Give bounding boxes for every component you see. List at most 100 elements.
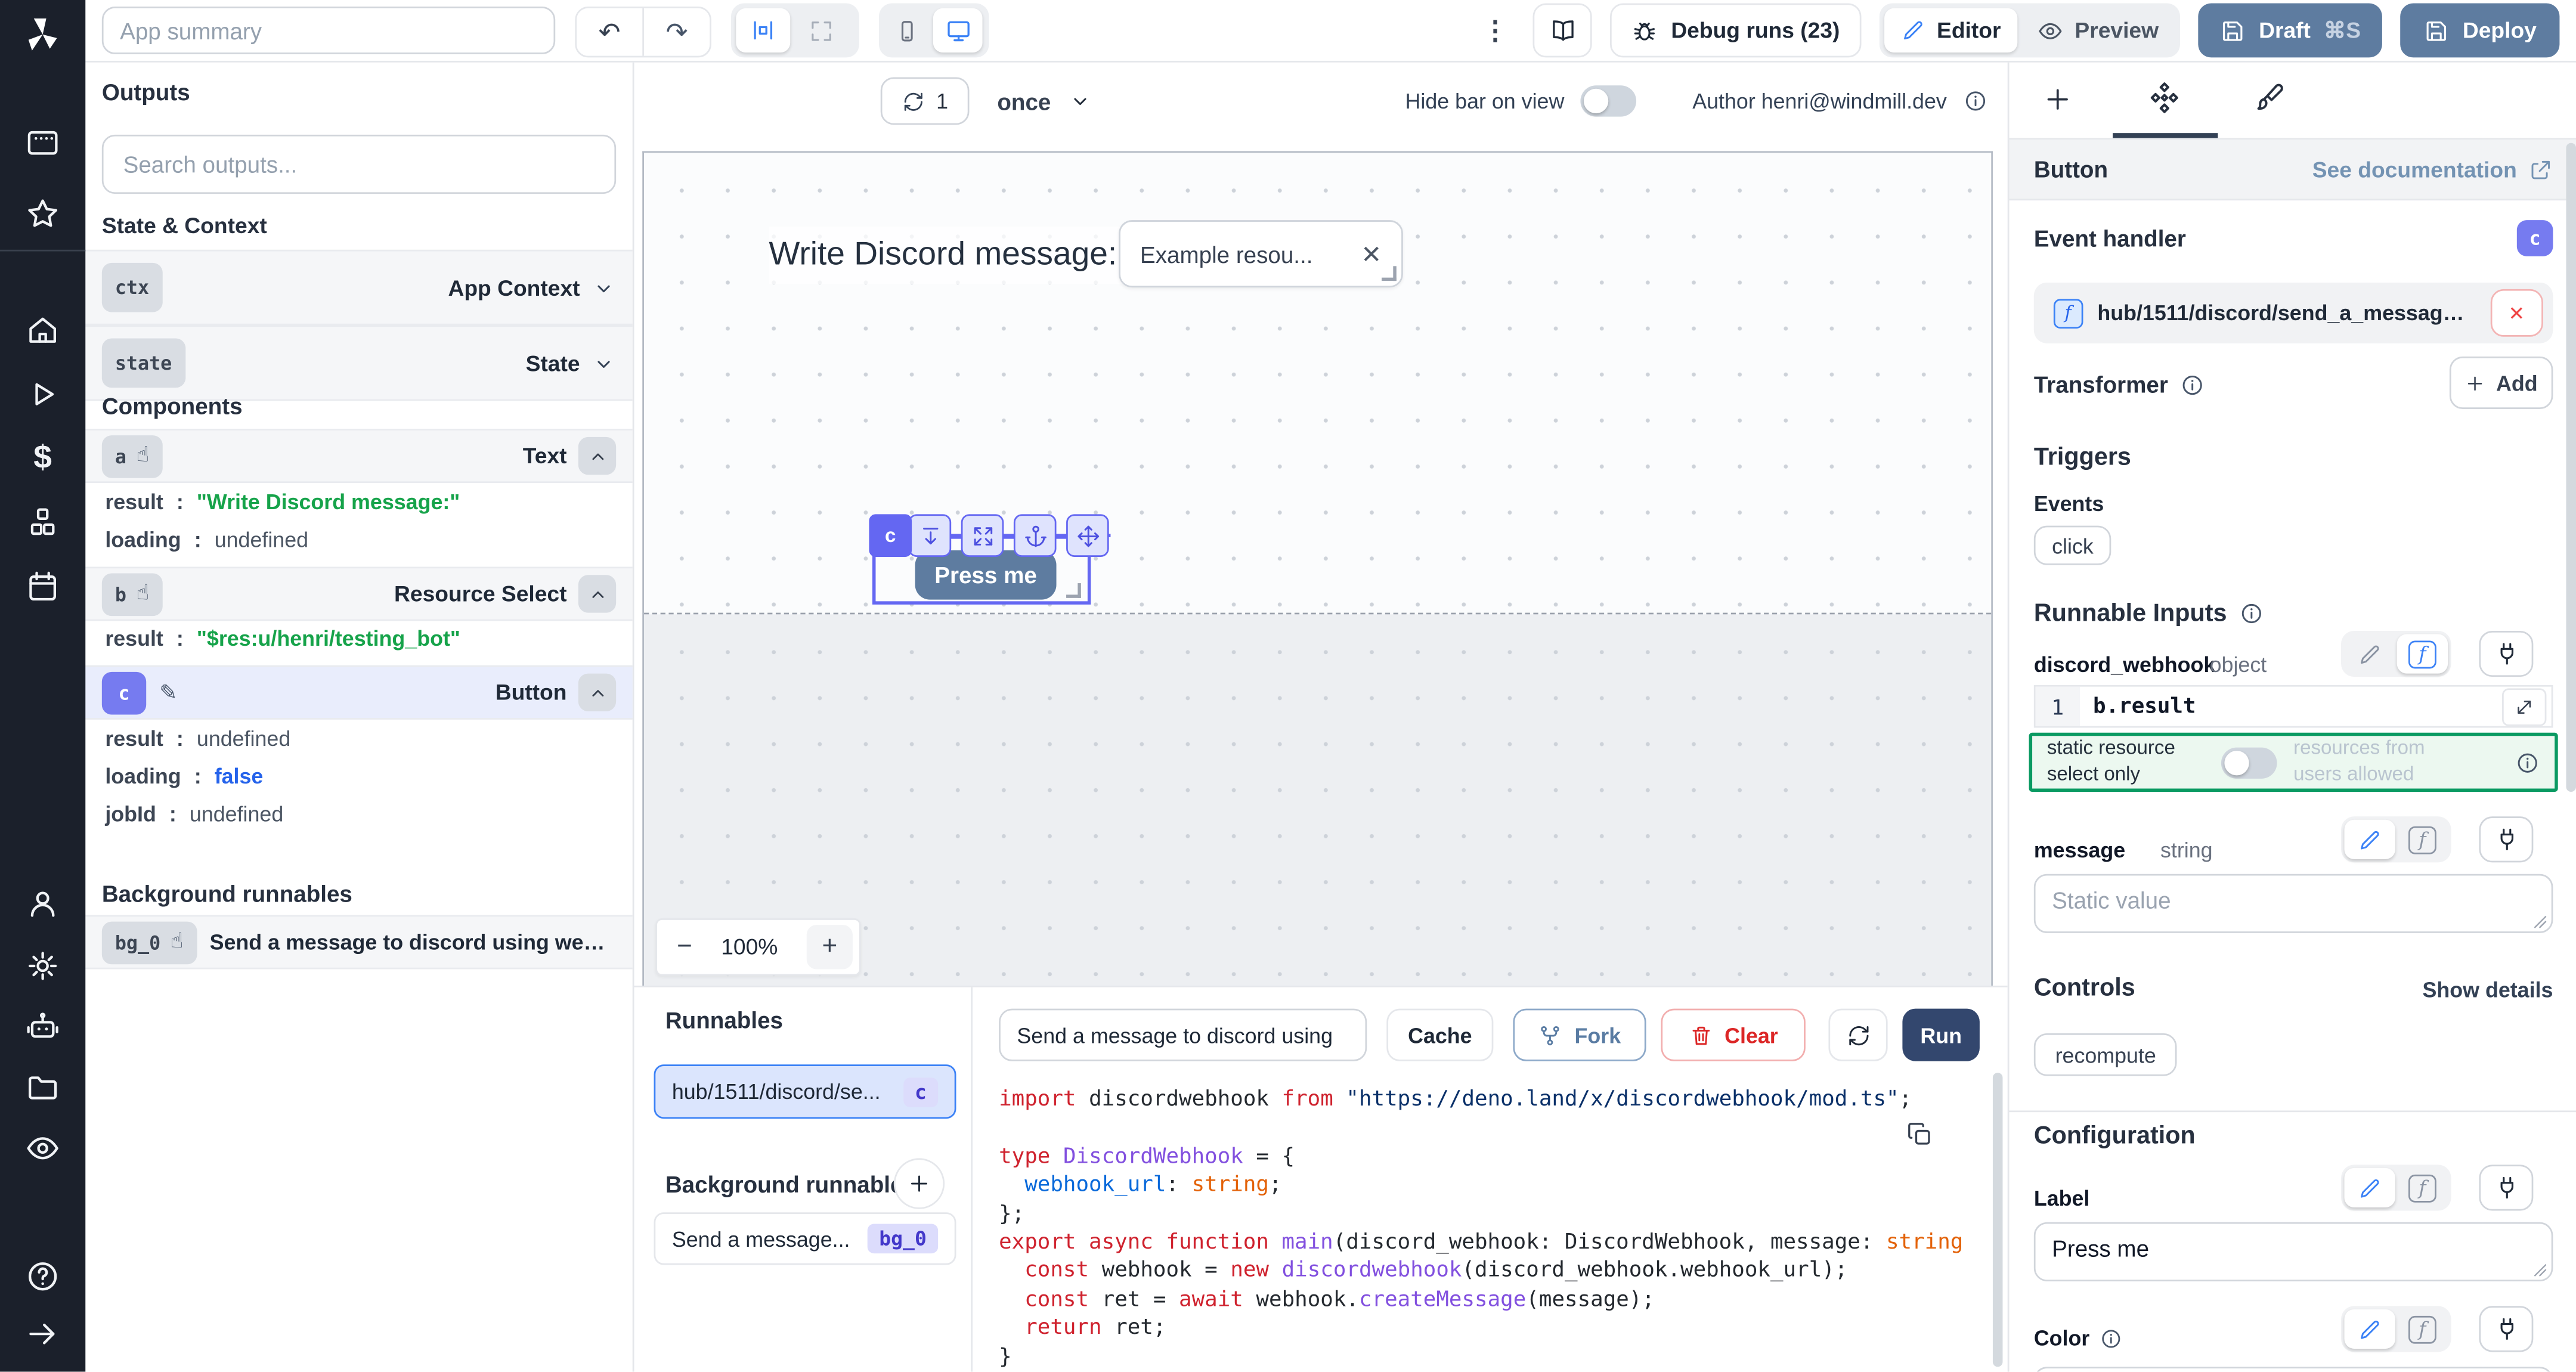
remove-handler-button[interactable]: ✕ bbox=[2490, 289, 2543, 337]
event-handler-box[interactable]: f hub/1511/discord/send_a_message_... ✕ bbox=[2034, 283, 2553, 343]
kebab-menu-icon[interactable]: ⋮ bbox=[1475, 14, 1515, 47]
move-component-button[interactable] bbox=[1066, 514, 1109, 557]
zoom-in-button[interactable]: + bbox=[807, 925, 853, 969]
panel-scrollbar[interactable] bbox=[2566, 143, 2576, 792]
resize-grip-icon[interactable] bbox=[2528, 1258, 2548, 1278]
component-row-c-selected[interactable]: c ✎ Button bbox=[85, 665, 632, 720]
centered-layout-button[interactable] bbox=[736, 8, 790, 52]
expand-editor-button[interactable] bbox=[2502, 687, 2546, 725]
info-icon[interactable] bbox=[2100, 1327, 2123, 1350]
clear-button[interactable]: Clear bbox=[1661, 1009, 1805, 1061]
anchor-component-button[interactable] bbox=[1014, 514, 1057, 557]
bg-runnable-item[interactable]: Send a message... bg_0 bbox=[654, 1212, 956, 1265]
resources-from-users-toggle[interactable] bbox=[2221, 747, 2277, 778]
component-row-b[interactable]: b☝ Resource Select bbox=[85, 567, 632, 621]
collapse-button[interactable] bbox=[578, 575, 616, 612]
resize-handle[interactable] bbox=[1382, 266, 1397, 281]
fork-button[interactable]: Fork bbox=[1513, 1009, 1646, 1061]
tab-insert-plus-icon[interactable] bbox=[2042, 80, 2079, 117]
desktop-view-button[interactable] bbox=[933, 8, 983, 52]
tab-styling-brush-icon[interactable] bbox=[2252, 80, 2289, 117]
app-canvas[interactable]: Write Discord message: Example resou... … bbox=[642, 151, 1993, 986]
debug-runs-button[interactable]: Debug runs (23) bbox=[1610, 4, 1861, 58]
folders-icon[interactable] bbox=[24, 1070, 61, 1106]
draft-button[interactable]: Draft ⌘S bbox=[2198, 4, 2382, 58]
cache-button[interactable]: Cache bbox=[1386, 1009, 1493, 1061]
runs-icon[interactable] bbox=[24, 376, 61, 413]
hide-bar-toggle[interactable] bbox=[1581, 85, 1637, 116]
static-mode-pencil-icon[interactable] bbox=[2345, 1309, 2395, 1349]
refresh-count-button[interactable]: 1 bbox=[881, 77, 970, 125]
connect-plug-button[interactable] bbox=[2479, 1306, 2533, 1352]
output-prop[interactable]: result:"Write Discord message:" bbox=[105, 490, 460, 514]
info-icon[interactable] bbox=[1963, 88, 1987, 112]
code-scrollbar[interactable] bbox=[1993, 1073, 2003, 1367]
clear-selection-icon[interactable]: ✕ bbox=[1361, 239, 1382, 269]
collapse-button[interactable] bbox=[578, 437, 616, 475]
static-mode-pencil-icon[interactable] bbox=[2345, 634, 2395, 673]
fullscreen-layout-button[interactable] bbox=[794, 8, 848, 52]
rerun-button[interactable] bbox=[1828, 1009, 1887, 1061]
settings-gear-icon[interactable] bbox=[24, 948, 61, 984]
add-bg-runnable-button[interactable] bbox=[894, 1158, 945, 1209]
eval-mode-function-icon[interactable]: f bbox=[2397, 1309, 2448, 1349]
script-title-box[interactable]: Send a message to discord using bbox=[999, 1009, 1367, 1061]
users-icon[interactable] bbox=[24, 885, 61, 922]
info-icon[interactable] bbox=[2238, 601, 2263, 625]
expand-sidebar-icon[interactable] bbox=[24, 1316, 61, 1352]
search-outputs-input[interactable] bbox=[102, 135, 616, 194]
selected-button-component[interactable]: c Press me bbox=[872, 535, 1091, 605]
label-value-input[interactable]: Press me bbox=[2034, 1222, 2553, 1281]
output-row-state[interactable]: state State bbox=[85, 326, 632, 401]
info-icon[interactable] bbox=[2179, 372, 2204, 397]
copy-code-icon[interactable] bbox=[1906, 1116, 1942, 1152]
deploy-button[interactable]: Deploy bbox=[2400, 4, 2559, 58]
static-mode-pencil-icon[interactable] bbox=[2345, 820, 2395, 859]
press-me-button[interactable]: Press me bbox=[915, 550, 1057, 600]
audit-eye-icon[interactable] bbox=[24, 1131, 61, 1167]
resize-grip-icon[interactable] bbox=[2528, 910, 2548, 930]
connect-plug-button[interactable] bbox=[2479, 816, 2533, 862]
frequency-dropdown[interactable]: once bbox=[997, 77, 1092, 125]
output-prop[interactable]: result:"$res:u/henri/testing_bot" bbox=[105, 626, 460, 651]
connect-plug-button[interactable] bbox=[2479, 631, 2533, 677]
connect-plug-button[interactable] bbox=[2479, 1165, 2533, 1210]
mobile-view-button[interactable] bbox=[884, 8, 930, 52]
insert-below-button[interactable] bbox=[909, 514, 952, 557]
resize-handle[interactable] bbox=[1066, 583, 1081, 598]
resources-icon[interactable] bbox=[24, 504, 61, 541]
undo-button[interactable]: ↶ bbox=[577, 8, 642, 56]
output-row-ctx[interactable]: ctx App Context bbox=[85, 250, 632, 326]
collapse-button[interactable] bbox=[578, 674, 616, 711]
tab-component-settings-icon[interactable] bbox=[2147, 79, 2184, 115]
runnable-item-selected[interactable]: hub/1511/discord/se... c bbox=[654, 1064, 956, 1119]
resource-select-component[interactable]: Example resou... ✕ bbox=[1119, 220, 1403, 287]
apps-icon[interactable] bbox=[24, 125, 61, 161]
tab-editor[interactable]: Editor bbox=[1884, 8, 2017, 52]
docs-book-button[interactable] bbox=[1533, 4, 1592, 58]
color-value-input[interactable] bbox=[2034, 1367, 2553, 1371]
schedules-icon[interactable] bbox=[24, 568, 61, 605]
output-prop[interactable]: loading:undefined bbox=[105, 527, 308, 552]
output-prop[interactable]: result:undefined bbox=[105, 726, 290, 751]
chevron-down-icon[interactable] bbox=[592, 351, 616, 375]
code-editor[interactable]: import discordwebhook from "https://deno… bbox=[999, 1086, 1968, 1371]
message-static-value-input[interactable] bbox=[2034, 874, 2553, 933]
add-transformer-button[interactable]: Add bbox=[2450, 357, 2553, 409]
expression-editor[interactable]: 1 b.result bbox=[2034, 685, 2553, 728]
run-button[interactable]: Run bbox=[1902, 1009, 1979, 1061]
static-mode-pencil-icon[interactable] bbox=[2345, 1168, 2395, 1207]
eval-mode-function-icon[interactable]: f bbox=[2397, 634, 2448, 673]
variables-icon[interactable]: $ bbox=[24, 440, 61, 476]
workers-robot-icon[interactable] bbox=[24, 1009, 61, 1045]
app-summary-input[interactable] bbox=[102, 7, 555, 54]
chevron-down-icon[interactable] bbox=[592, 275, 616, 299]
component-row-a[interactable]: a☝ Text bbox=[85, 429, 632, 483]
favorites-icon[interactable] bbox=[24, 196, 61, 232]
text-component[interactable]: Write Discord message: bbox=[769, 227, 1151, 284]
tab-preview[interactable]: Preview bbox=[2021, 8, 2175, 52]
see-documentation-link[interactable]: See documentation bbox=[2312, 157, 2553, 181]
show-details-link[interactable]: Show details bbox=[2422, 977, 2553, 1002]
recompute-control-pill[interactable]: recompute bbox=[2034, 1033, 2178, 1076]
windmill-logo-icon[interactable] bbox=[21, 13, 64, 56]
